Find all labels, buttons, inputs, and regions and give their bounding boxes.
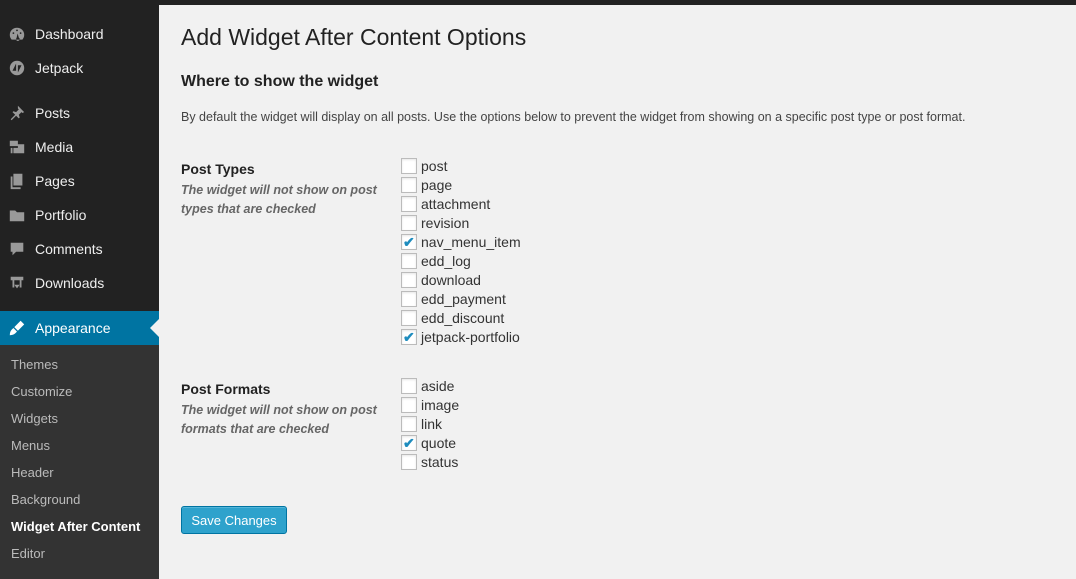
checkbox-label: status — [421, 453, 459, 470]
checkmark-icon: ✔ — [403, 434, 415, 451]
checkbox[interactable]: ✔ — [401, 328, 417, 345]
pushpin-icon — [7, 103, 27, 123]
page-title: Add Widget After Content Options — [181, 24, 527, 50]
checkbox[interactable] — [401, 377, 417, 394]
checkbox-row-edd-discount[interactable]: edd_discount — [401, 308, 504, 327]
menu-comments[interactable]: Comments — [0, 232, 159, 266]
checkbox-label: download — [421, 271, 481, 288]
checkbox[interactable] — [401, 396, 417, 413]
menu-label: Appearance — [35, 320, 111, 336]
checkbox-label: revision — [421, 214, 470, 231]
submenu-editor[interactable]: Editor — [11, 544, 45, 564]
dashboard-icon — [7, 24, 27, 44]
checkbox-row-download[interactable]: download — [401, 270, 481, 289]
checkbox-label: image — [421, 396, 460, 413]
checkbox-row-jetpack-portfolio[interactable]: ✔ jetpack-portfolio — [401, 327, 520, 346]
admin-sidebar: Dashboard Jetpack Posts Media Pages Port… — [0, 5, 159, 579]
menu-media[interactable]: Media — [0, 130, 159, 164]
checkbox-label: attachment — [421, 195, 491, 212]
checkbox-label: edd_discount — [421, 309, 505, 326]
menu-label: Media — [35, 139, 74, 155]
checkbox[interactable] — [401, 290, 417, 307]
submenu-background[interactable]: Background — [11, 490, 80, 510]
post-types-label: Post Types — [181, 161, 255, 177]
checkbox-row-post[interactable]: post — [401, 156, 447, 175]
checkbox-label: quote — [421, 434, 457, 451]
checkbox-label: jetpack-portfolio — [421, 328, 520, 345]
checkbox-row-edd-payment[interactable]: edd_payment — [401, 289, 506, 308]
checkbox-row-nav-menu-item[interactable]: ✔ nav_menu_item — [401, 232, 521, 251]
save-changes-button[interactable]: Save Changes — [181, 506, 287, 534]
checkbox[interactable] — [401, 195, 417, 212]
checkbox[interactable] — [401, 271, 417, 288]
submenu-widget-after-content[interactable]: Widget After Content — [11, 517, 140, 537]
menu-portfolio[interactable]: Portfolio — [0, 198, 159, 232]
checkmark-icon: ✔ — [403, 233, 415, 250]
checkbox-row-edd-log[interactable]: edd_log — [401, 251, 471, 270]
menu-label: Portfolio — [35, 207, 87, 223]
post-formats-hint: The widget will not show on post formats… — [181, 403, 377, 436]
menu-label: Dashboard — [35, 26, 104, 42]
checkbox[interactable] — [401, 157, 417, 174]
current-arrow — [150, 319, 159, 337]
folder-icon — [7, 205, 27, 225]
post-types-hint: The widget will not show on post types t… — [181, 183, 377, 216]
checkbox[interactable]: ✔ — [401, 434, 417, 451]
menu-label: Posts — [35, 105, 71, 121]
checkbox-label: edd_payment — [421, 290, 506, 307]
checkbox[interactable] — [401, 176, 417, 193]
checkbox[interactable] — [401, 252, 417, 269]
menu-dashboard[interactable]: Dashboard — [0, 17, 159, 51]
media-icon — [7, 137, 27, 157]
jetpack-icon — [7, 58, 27, 78]
section-title: Where to show the widget — [181, 73, 379, 90]
menu-posts[interactable]: Posts — [0, 96, 159, 130]
checkbox[interactable]: ✔ — [401, 233, 417, 250]
menu-label: Pages — [35, 173, 75, 189]
checkbox-row-link[interactable]: link — [401, 414, 442, 433]
checkbox-row-status[interactable]: status — [401, 452, 458, 471]
checkbox[interactable] — [401, 309, 417, 326]
section-description: By default the widget will display on al… — [181, 110, 966, 124]
submenu-menus[interactable]: Menus — [11, 436, 50, 456]
post-formats-label: Post Formats — [181, 381, 271, 397]
submenu-customize[interactable]: Customize — [11, 382, 72, 402]
checkbox[interactable] — [401, 214, 417, 231]
submenu-widgets[interactable]: Widgets — [11, 409, 58, 429]
menu-downloads[interactable]: Downloads — [0, 266, 159, 300]
download-icon — [7, 273, 27, 293]
submenu-themes[interactable]: Themes — [11, 355, 58, 375]
menu-pages[interactable]: Pages — [0, 164, 159, 198]
admin-bar — [0, 0, 1076, 5]
checkbox-label: link — [421, 415, 443, 432]
menu-appearance[interactable]: Appearance — [0, 311, 159, 345]
comment-icon — [7, 239, 27, 259]
paintbrush-icon — [7, 318, 27, 338]
appearance-submenu: Themes Customize Widgets Menus Header Ba… — [0, 345, 159, 579]
checkbox-row-attachment[interactable]: attachment — [401, 194, 490, 213]
checkbox-row-aside[interactable]: aside — [401, 376, 454, 395]
checkbox-row-revision[interactable]: revision — [401, 213, 469, 232]
checkbox-label: post — [421, 157, 448, 174]
checkbox-row-image[interactable]: image — [401, 395, 459, 414]
menu-label: Comments — [35, 241, 103, 257]
checkbox-label: nav_menu_item — [421, 233, 521, 250]
menu-jetpack[interactable]: Jetpack — [0, 51, 159, 85]
checkmark-icon: ✔ — [403, 328, 415, 345]
submenu-header[interactable]: Header — [11, 463, 54, 483]
checkbox-label: edd_log — [421, 252, 471, 269]
checkbox[interactable] — [401, 453, 417, 470]
checkbox-row-quote[interactable]: ✔ quote — [401, 433, 456, 452]
checkbox-label: page — [421, 176, 453, 193]
menu-label: Downloads — [35, 275, 105, 291]
pages-icon — [7, 171, 27, 191]
checkbox[interactable] — [401, 415, 417, 432]
checkbox-row-page[interactable]: page — [401, 175, 452, 194]
checkbox-label: aside — [421, 377, 455, 394]
menu-label: Jetpack — [35, 60, 84, 76]
